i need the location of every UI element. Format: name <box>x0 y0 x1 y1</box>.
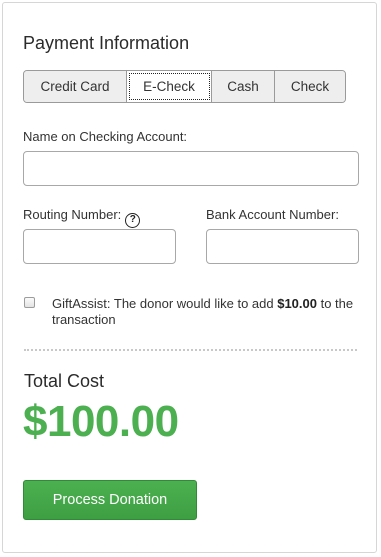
question-circle-icon[interactable]: ? <box>125 213 141 228</box>
process-donation-button[interactable]: Process Donation <box>23 480 197 520</box>
section-divider <box>24 349 357 351</box>
routing-number-label: Routing Number: <box>23 207 122 222</box>
name-on-account-input[interactable] <box>23 151 359 186</box>
bank-account-number-input[interactable] <box>206 229 359 264</box>
bank-account-number-label: Bank Account Number: <box>206 207 339 222</box>
gift-assist-checkbox[interactable] <box>24 297 35 308</box>
routing-number-input[interactable] <box>23 229 176 264</box>
tab-check[interactable]: Check <box>275 71 345 102</box>
payment-card: Payment Information Credit Card E-Check … <box>2 2 377 553</box>
page-title: Payment Information <box>23 33 190 53</box>
tab-e-check[interactable]: E-Check <box>127 71 212 102</box>
tab-cash[interactable]: Cash <box>212 71 275 102</box>
routing-number-label-group: Routing Number:? <box>23 207 141 228</box>
name-on-account-label: Name on Checking Account: <box>23 129 188 144</box>
gift-assist-text: GiftAssist: The donor would like to add … <box>52 296 362 328</box>
gift-assist-amount: $10.00 <box>277 296 317 311</box>
tab-credit-card[interactable]: Credit Card <box>24 71 127 102</box>
payment-method-tabs: Credit Card E-Check Cash Check <box>23 70 346 103</box>
gift-assist-text-before: GiftAssist: The donor would like to add <box>52 296 278 311</box>
total-cost-amount: $100.00 <box>23 397 179 446</box>
total-cost-label: Total Cost <box>24 371 105 391</box>
